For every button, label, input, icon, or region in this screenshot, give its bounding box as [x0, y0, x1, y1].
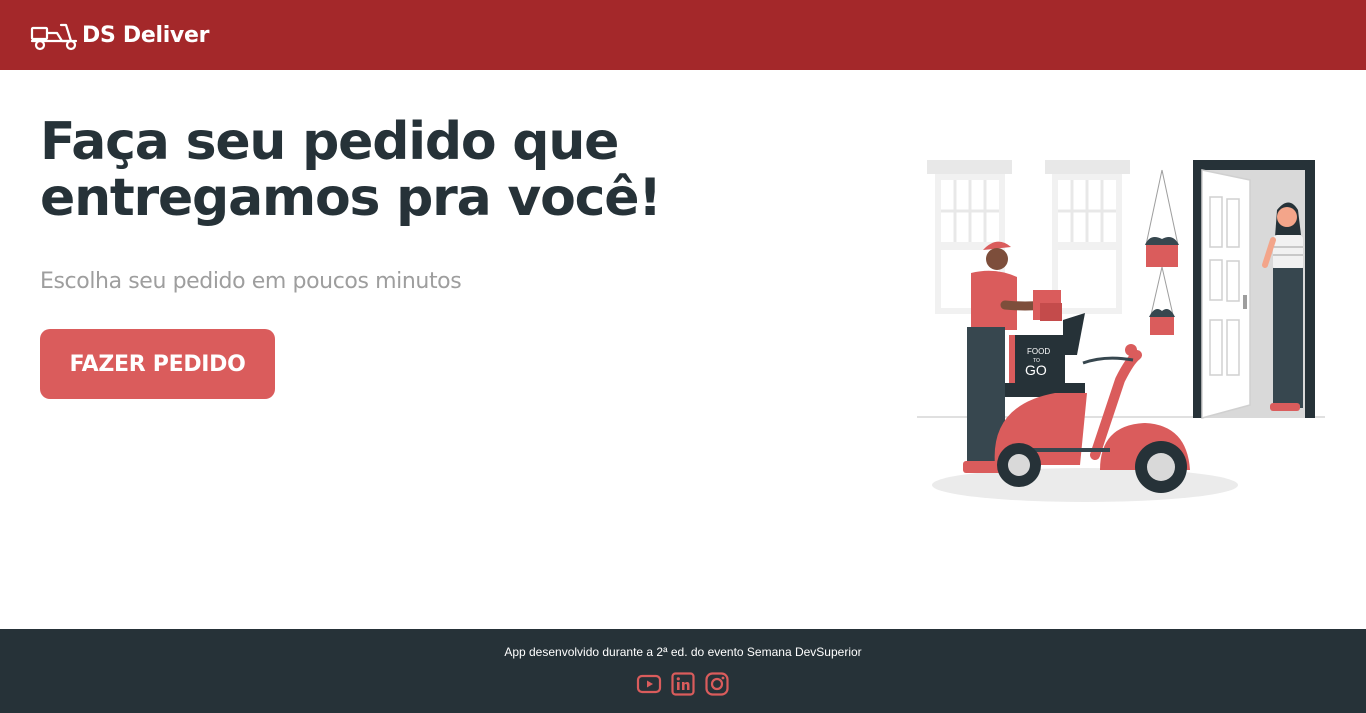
brand-name: DS Deliver: [82, 22, 210, 48]
youtube-icon: [636, 674, 662, 694]
make-order-button[interactable]: FAZER PEDIDO: [40, 329, 275, 399]
instagram-icon: [705, 672, 729, 696]
box-label-food: FOOD: [1027, 347, 1050, 356]
footer: App desenvolvido durante a 2ª ed. do eve…: [0, 629, 1366, 713]
delivery-scooter-icon: [30, 23, 78, 51]
page-title: Faça seu pedido que entregamos pra você!: [40, 112, 662, 228]
scooter: FOOD TO GO: [994, 313, 1190, 493]
linkedin-link[interactable]: [670, 671, 696, 697]
hanging-plants: [1145, 169, 1179, 335]
instagram-link[interactable]: [704, 671, 730, 697]
footer-text: App desenvolvido durante a 2ª ed. do eve…: [504, 645, 862, 659]
navbar: DS Deliver: [0, 0, 1366, 70]
ground-shadow: [932, 468, 1238, 502]
brand-link[interactable]: DS Deliver: [30, 19, 209, 51]
box-label-go: GO: [1025, 362, 1047, 378]
linkedin-icon: [671, 672, 695, 696]
delivery-illustration: FOOD TO GO: [917, 160, 1325, 502]
social-links: [636, 671, 730, 697]
home-section: Faça seu pedido que entregamos pra você!…: [0, 70, 1366, 629]
youtube-link[interactable]: [636, 671, 662, 697]
page-subtitle: Escolha seu pedido em poucos minutos: [40, 269, 462, 294]
